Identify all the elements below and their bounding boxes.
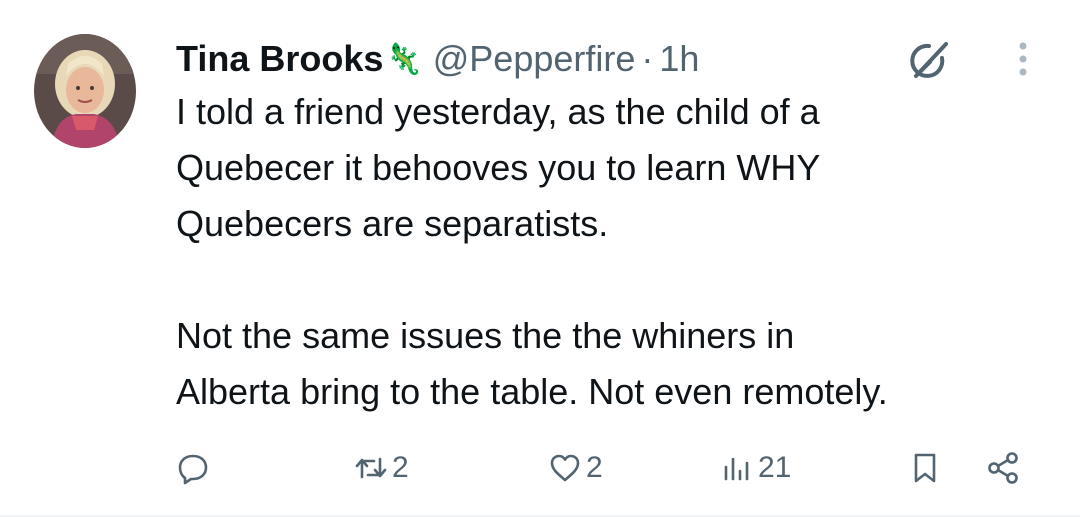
lizard-emoji: 🦎 (385, 42, 423, 76)
heart-icon (550, 454, 580, 482)
bookmark-icon (914, 453, 936, 483)
action-bar: 2 2 21 (0, 438, 1080, 498)
avatar[interactable] (34, 34, 136, 148)
tweet[interactable]: Tina Brooks 🦎 @Pepperfire · 1h I told a … (0, 0, 1080, 517)
author-handle[interactable]: @Pepperfire (433, 38, 636, 80)
retweet-count: 2 (392, 451, 409, 484)
tweet-paragraph: Not the same issues the the whiners in A… (176, 315, 888, 412)
tweet-text: I told a friend yesterday, as the child … (176, 84, 1056, 420)
share-button[interactable] (986, 438, 1020, 498)
profile-photo (34, 34, 136, 148)
tweet-header: Tina Brooks 🦎 @Pepperfire · 1h (176, 36, 960, 82)
share-icon (988, 452, 1018, 484)
like-count: 2 (586, 451, 603, 484)
timestamp[interactable]: 1h (659, 38, 699, 80)
more-vertical-icon[interactable] (1008, 40, 1038, 80)
reply-icon (178, 454, 208, 485)
retweet-icon (355, 457, 387, 479)
separator-dot: · (641, 38, 654, 79)
tweet-paragraph: I told a friend yesterday, as the child … (176, 91, 821, 244)
author-name[interactable]: Tina Brooks (176, 38, 383, 80)
views-button[interactable]: 21 (720, 438, 791, 498)
views-count: 21 (758, 451, 792, 484)
reply-button[interactable] (176, 438, 210, 498)
views-icon (724, 457, 749, 481)
like-button[interactable]: 2 (548, 438, 603, 498)
bookmark-button[interactable] (908, 438, 942, 498)
grok-icon[interactable] (904, 36, 954, 84)
retweet-button[interactable]: 2 (354, 438, 409, 498)
